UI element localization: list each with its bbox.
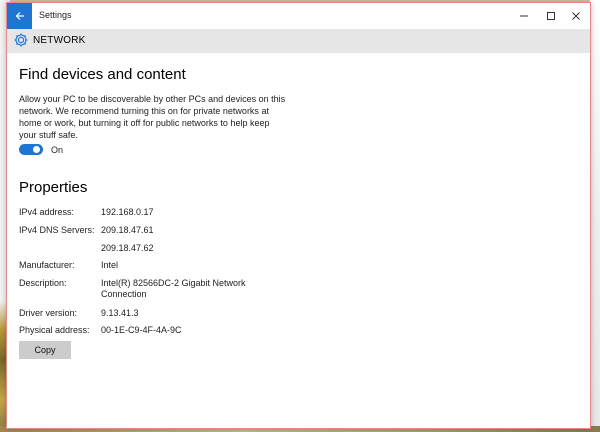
discovery-toggle-row: On	[19, 144, 63, 155]
title-bar: Settings	[7, 3, 590, 29]
driver-version-label: Driver version:	[19, 308, 78, 318]
ipv4-address-value: 192.168.0.17	[101, 207, 154, 217]
manufacturer-value: Intel	[101, 260, 119, 270]
description-value: Intel(R) 82566DC-2 Gigabit Network Conne…	[101, 278, 246, 299]
section-header: NETWORK	[7, 29, 590, 53]
discovery-toggle[interactable]	[19, 144, 43, 155]
discovery-description: Allow your PC to be discoverable by othe…	[19, 94, 286, 140]
settings-window: Settings NETWORK Find devices and conten…	[6, 2, 591, 429]
description-label: Description:	[19, 278, 67, 288]
driver-version-value: 9.13.41.3	[101, 308, 139, 318]
toggle-state-label: On	[51, 144, 64, 155]
gear-icon	[14, 33, 28, 47]
dns-server-2-value: 209.18.47.62	[101, 243, 154, 253]
physical-address-label: Physical address:	[19, 325, 90, 335]
close-button[interactable]	[560, 3, 590, 29]
toggle-knob	[33, 146, 40, 153]
physical-address-value: 00-1E-C9-4F-4A-9C	[101, 325, 182, 335]
close-icon	[572, 12, 580, 20]
minimize-icon	[520, 15, 528, 17]
properties-heading: Properties	[19, 179, 88, 196]
ipv4-address-label: IPv4 address:	[19, 207, 75, 217]
window-title: Settings	[39, 10, 72, 20]
dns-servers-label: IPv4 DNS Servers:	[19, 225, 95, 235]
desktop-background-right	[590, 0, 600, 432]
back-button[interactable]	[7, 3, 32, 29]
section-title: NETWORK	[33, 35, 86, 46]
back-arrow-icon	[15, 12, 24, 20]
dns-server-1-value: 209.18.47.61	[101, 225, 154, 235]
maximize-icon	[547, 12, 555, 20]
manufacturer-label: Manufacturer:	[19, 260, 75, 270]
copy-button[interactable]: Copy	[19, 341, 71, 359]
discovery-heading: Find devices and content	[19, 66, 186, 83]
